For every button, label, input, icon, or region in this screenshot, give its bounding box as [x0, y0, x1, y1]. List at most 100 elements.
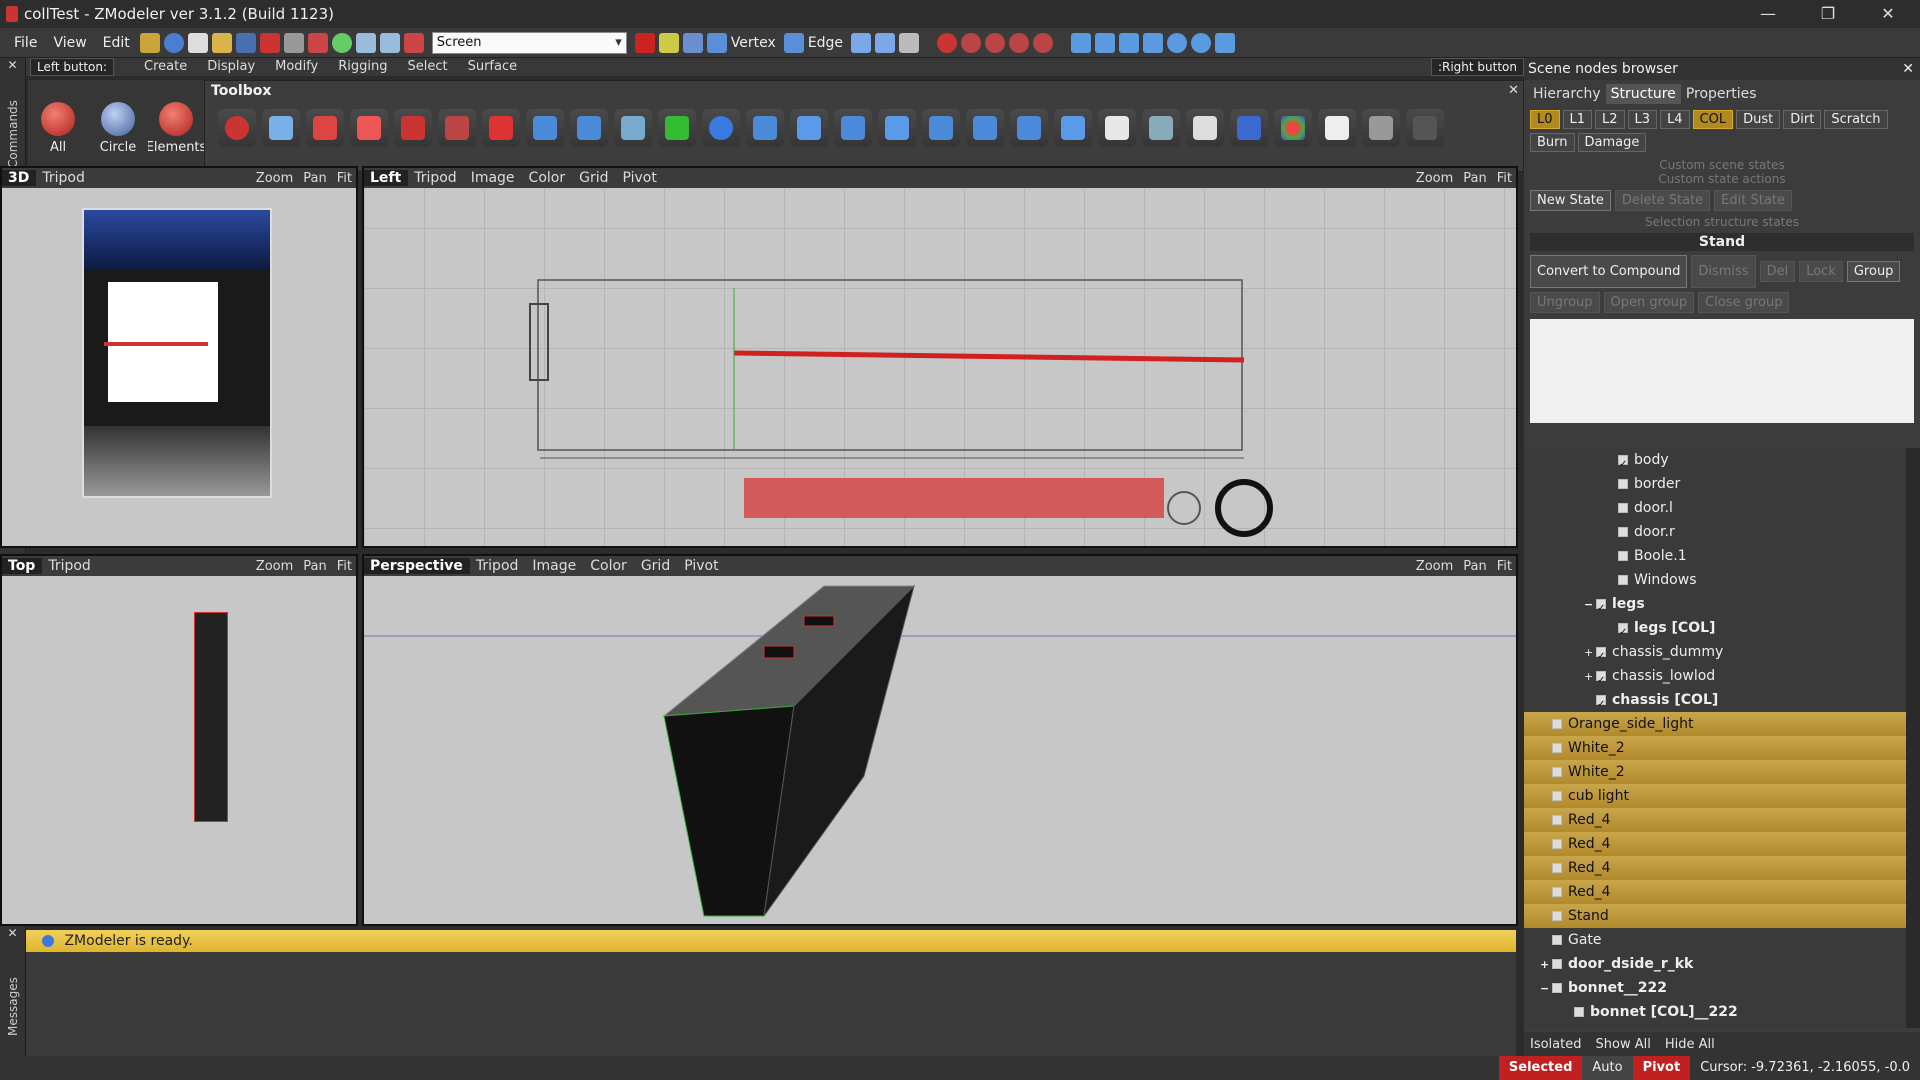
tab-properties[interactable]: Properties	[1681, 84, 1762, 104]
tool-mesh[interactable]	[1054, 109, 1092, 147]
expand-icon[interactable]: +	[1584, 665, 1594, 689]
delete-icon[interactable]	[259, 32, 280, 53]
open-group-button[interactable]: Open group	[1603, 292, 1695, 313]
tree-item[interactable]: Orange_side_light	[1524, 712, 1920, 736]
tree-item[interactable]: + door_dside_r_kk	[1524, 952, 1920, 976]
visibility-checkbox[interactable]	[1552, 791, 1562, 801]
edge-icon[interactable]	[783, 32, 804, 53]
expand-icon[interactable]: +	[1584, 641, 1594, 665]
tree-item[interactable]: − bonnet__222	[1524, 976, 1920, 1000]
view-icon-5[interactable]	[1167, 32, 1188, 53]
close-button[interactable]: ✕	[1860, 0, 1916, 28]
visibility-checkbox[interactable]	[1552, 959, 1562, 969]
messages-close-icon[interactable]: ✕	[0, 926, 25, 940]
visibility-checkbox[interactable]	[1552, 863, 1562, 873]
tool-transform[interactable]	[1142, 109, 1180, 147]
viewport-left-zoom[interactable]: Zoom	[1416, 171, 1453, 186]
viewport-3d-tripod[interactable]: Tripod	[42, 170, 84, 186]
tool-materials[interactable]	[1274, 109, 1312, 147]
tool-detach[interactable]	[570, 109, 608, 147]
tool-align[interactable]	[834, 109, 872, 147]
viewport-perspective-grid[interactable]: Grid	[641, 558, 670, 574]
visibility-checkbox[interactable]	[1618, 455, 1628, 465]
select-mode-icon[interactable]	[937, 32, 958, 53]
visibility-checkbox[interactable]	[1618, 623, 1628, 633]
viewport-top-zoom[interactable]: Zoom	[256, 559, 293, 574]
tool-slice[interactable]	[1010, 109, 1048, 147]
visibility-checkbox[interactable]	[1552, 815, 1562, 825]
axis-z-icon[interactable]	[682, 32, 703, 53]
tree-item[interactable]: Gate	[1524, 928, 1920, 952]
new-file-icon[interactable]	[187, 32, 208, 53]
viewport-top-fit[interactable]: Fit	[337, 559, 352, 574]
tab-modify[interactable]: Modify	[265, 58, 328, 76]
visibility-checkbox[interactable]	[1618, 503, 1628, 513]
tree-item[interactable]: White_2	[1524, 760, 1920, 784]
del-button[interactable]: Del	[1759, 261, 1796, 282]
tree-item[interactable]: Red_4	[1524, 832, 1920, 856]
save-icon[interactable]	[235, 32, 256, 53]
tab-rigging[interactable]: Rigging	[328, 58, 397, 76]
undo-icon[interactable]	[355, 32, 376, 53]
tab-create[interactable]: Create	[134, 58, 197, 76]
visibility-checkbox[interactable]	[1596, 671, 1606, 681]
vertex-icon[interactable]	[706, 32, 727, 53]
tool-sphere[interactable]	[218, 109, 256, 147]
viewport-left-grid[interactable]: Grid	[579, 170, 608, 186]
tool-properties[interactable]	[1318, 109, 1356, 147]
menu-edit[interactable]: Edit	[95, 28, 138, 58]
tree-item[interactable]: cub light	[1524, 784, 1920, 808]
show-all-button[interactable]: Show All	[1596, 1037, 1651, 1052]
level-dust[interactable]: Dust	[1736, 110, 1781, 129]
tree-item[interactable]: White_2	[1524, 736, 1920, 760]
tool-extrude[interactable]	[306, 109, 344, 147]
tool-select[interactable]	[350, 109, 388, 147]
tools-icon[interactable]	[139, 32, 160, 53]
viewport-perspective-pan[interactable]: Pan	[1463, 559, 1486, 574]
visibility-checkbox[interactable]	[1596, 695, 1606, 705]
toolbox-close-icon[interactable]: ✕	[1508, 83, 1519, 98]
tree-item[interactable]: Red_4	[1524, 808, 1920, 832]
lock-button[interactable]: Lock	[1799, 261, 1843, 282]
select-lasso-icon[interactable]	[1033, 32, 1054, 53]
visibility-checkbox[interactable]	[1552, 911, 1562, 921]
tree-item[interactable]: bonnet [COL]__222	[1524, 1000, 1920, 1024]
maximize-button[interactable]: ❐	[1800, 0, 1856, 28]
viewport-perspective-name[interactable]: Perspective	[364, 558, 470, 574]
viewport-left-pivot[interactable]: Pivot	[623, 170, 657, 186]
visibility-checkbox[interactable]	[1596, 599, 1606, 609]
visibility-checkbox[interactable]	[1552, 743, 1562, 753]
viewport-left-tripod[interactable]: Tripod	[414, 170, 456, 186]
expand-icon[interactable]: −	[1540, 977, 1550, 1001]
sphere-icon[interactable]	[331, 32, 352, 53]
tree-item[interactable]: + chassis_lowlod	[1524, 664, 1920, 688]
auto-status[interactable]: Auto	[1582, 1056, 1633, 1080]
dismiss-button[interactable]: Dismiss	[1691, 255, 1756, 288]
scene-tree-scrollbar[interactable]	[1906, 448, 1920, 1028]
delete-state-button[interactable]: Delete State	[1614, 190, 1711, 211]
commands-label[interactable]: Commands	[6, 78, 20, 168]
tree-item[interactable]: − legs	[1524, 592, 1920, 616]
visibility-checkbox[interactable]	[1574, 1007, 1584, 1017]
edit-state-button[interactable]: Edit State	[1714, 190, 1792, 211]
element-icon[interactable]	[875, 32, 896, 53]
tree-item[interactable]: Red_4	[1524, 880, 1920, 904]
tool-axis[interactable]	[790, 109, 828, 147]
axis-x-icon[interactable]	[634, 32, 655, 53]
open-folder-icon[interactable]	[211, 32, 232, 53]
tool-move[interactable]	[262, 109, 300, 147]
tool-mirror[interactable]	[966, 109, 1004, 147]
hide-all-button[interactable]: Hide All	[1665, 1037, 1715, 1052]
screen-select[interactable]: Screen	[431, 31, 627, 54]
selected-status[interactable]: Selected	[1498, 1056, 1583, 1080]
visibility-checkbox[interactable]	[1618, 479, 1628, 489]
tab-surface[interactable]: Surface	[458, 58, 528, 76]
minimize-button[interactable]: —	[1740, 0, 1796, 28]
redo-icon[interactable]	[379, 32, 400, 53]
tree-item[interactable]: Stand	[1524, 904, 1920, 928]
viewport-3d-name[interactable]: 3D	[2, 170, 37, 186]
level-l1[interactable]: L1	[1562, 110, 1593, 129]
viewport-left-image[interactable]: Image	[471, 170, 515, 186]
mode-circle-button[interactable]: Circle	[88, 93, 148, 159]
axis-y-icon[interactable]	[658, 32, 679, 53]
